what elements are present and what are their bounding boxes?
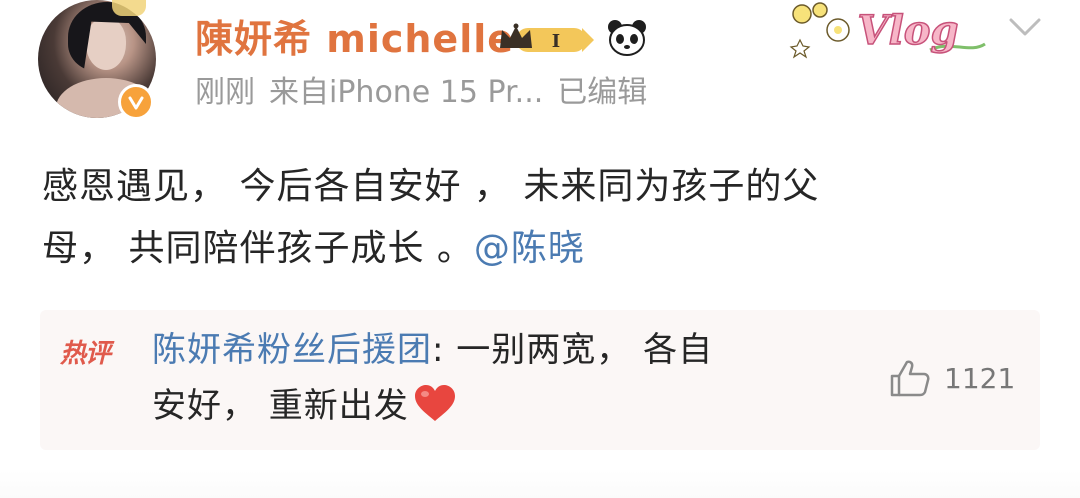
vlog-sticker-text: Vlog	[858, 7, 959, 54]
heart-icon	[414, 385, 455, 421]
bottom-divider	[0, 470, 1080, 498]
hot-comment-tag: 热评	[60, 339, 111, 369]
like-count: 1121	[944, 361, 1016, 395]
hot-comment-line1: 陈妍希粉丝后援团: 一别两宽， 各自	[152, 322, 822, 378]
mention-link[interactable]: @陈晓	[474, 228, 585, 269]
author-name[interactable]: 陳妍希 michelle	[195, 14, 514, 64]
thumbs-up-icon	[890, 360, 930, 397]
vlog-sticker-icon: Vlog	[789, 2, 986, 59]
hot-comment-text: 陈妍希粉丝后援团: 一别两宽， 各自 安好， 重新出发	[152, 322, 822, 434]
comment-author-link[interactable]: 陈妍希粉丝后援团	[152, 330, 432, 370]
vip-level: I	[552, 31, 560, 52]
chevron-down-icon[interactable]	[1003, 12, 1047, 42]
post-text: 感恩遇见， 今后各自安好 ， 未来同为孩子的父 母， 共同陪伴孩子成长 。@陈晓	[42, 156, 1002, 280]
comment-body-line2: 安好， 重新出发	[152, 386, 409, 426]
comment-body-line1: : 一别两宽， 各自	[432, 330, 714, 370]
post-text-line2-body: 母， 共同陪伴孩子成长 。	[42, 228, 474, 269]
verified-icon	[118, 84, 154, 120]
post-time: 刚刚	[195, 75, 255, 110]
like-button[interactable]: 1121	[888, 358, 1015, 398]
avatar-face	[86, 18, 126, 70]
post-meta: 刚刚 来自iPhone 15 Pr... 已编辑	[195, 73, 661, 113]
post-source[interactable]: 来自iPhone 15 Pr...	[269, 75, 543, 110]
hot-comment-line2: 安好， 重新出发	[152, 378, 822, 434]
avatar-frame-crown-icon	[112, 0, 146, 16]
post-text-line1: 感恩遇见， 今后各自安好 ， 未来同为孩子的父	[42, 166, 820, 207]
edited-label[interactable]: 已编辑	[557, 75, 647, 110]
vip-crown-badge-icon[interactable]: I	[496, 22, 596, 56]
post-text-line2: 母， 共同陪伴孩子成长 。@陈晓	[42, 218, 1002, 280]
panda-icon	[608, 20, 646, 56]
